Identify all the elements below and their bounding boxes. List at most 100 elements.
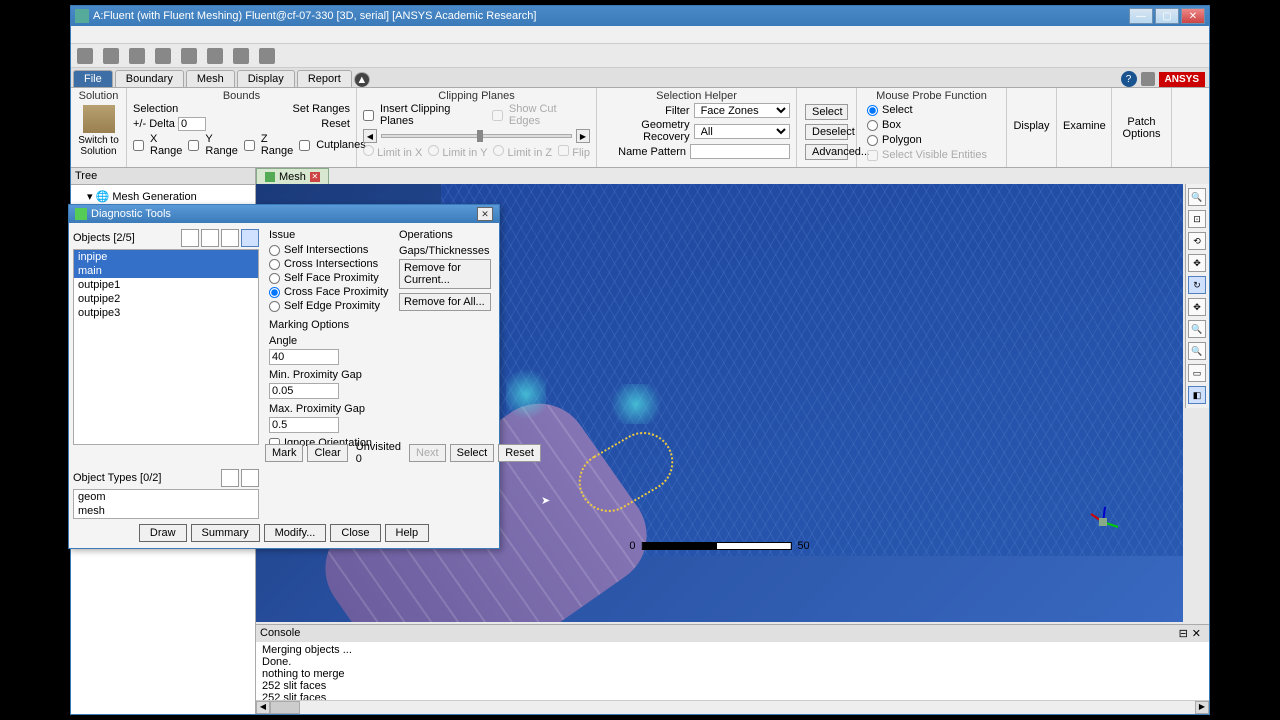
maximize-button[interactable]: ▢ [1155,8,1179,24]
cross-face-proximity-radio[interactable] [269,287,280,298]
tree-root[interactable]: ▾ 🌐 Mesh Generation [75,189,251,204]
tool-icon[interactable]: ▭ [1188,364,1206,382]
clip-prev-button[interactable]: ◀ [363,129,377,143]
list-item[interactable]: mesh [74,504,258,518]
modify-button[interactable]: Modify... [264,524,327,542]
tool-icon[interactable]: ◧ [1188,386,1206,404]
delta-input[interactable] [178,117,206,131]
toolbar-icon[interactable] [129,48,145,64]
minimize-button[interactable]: — [1129,8,1153,24]
list-item[interactable]: outpipe3 [74,306,258,320]
rotate-icon[interactable]: ⟲ [1188,232,1206,250]
cross-intersections-radio[interactable] [269,259,280,270]
reset-button[interactable]: Reset [321,118,350,130]
list-item[interactable]: geom [74,490,258,504]
max-gap-input[interactable] [269,417,339,433]
toolbar-icon[interactable] [233,48,249,64]
console-close-icon[interactable]: ✕ [1188,627,1205,640]
types-filter-icon[interactable] [221,469,239,487]
insert-clip-checkbox[interactable] [363,110,374,121]
mark-button[interactable]: Mark [265,444,303,462]
tab-file[interactable]: File [73,70,113,87]
zoom-in-icon[interactable]: 🔍 [1188,320,1206,338]
tab-report[interactable]: Report [297,70,352,87]
mouse-box-radio[interactable] [867,120,878,131]
clip-next-button[interactable]: ▶ [576,129,590,143]
filter-icon[interactable] [241,229,259,247]
help-icon[interactable]: ? [1121,71,1137,87]
list-item[interactable]: outpipe1 [74,278,258,292]
pan-icon[interactable]: ✥ [1188,254,1206,272]
self-intersections-radio[interactable] [269,245,280,256]
tab-boundary[interactable]: Boundary [115,70,184,87]
zoom-icon[interactable]: 🔍 [1188,188,1206,206]
min-gap-input[interactable] [269,383,339,399]
set-ranges-button[interactable]: Set Ranges [293,103,350,115]
console-output[interactable]: Merging objects ... Done. nothing to mer… [256,642,1209,700]
move-icon[interactable]: ✥ [1188,298,1206,316]
self-face-proximity-radio[interactable] [269,273,280,284]
switch-to-solution-icon[interactable] [83,105,115,133]
display-button[interactable]: Display [1013,120,1050,132]
y-range-checkbox[interactable] [188,140,199,151]
clip-slider[interactable] [381,134,572,138]
z-range-checkbox[interactable] [244,140,255,151]
mouse-select-radio[interactable] [867,105,878,116]
filter-select[interactable]: Face Zones [694,103,790,118]
list-item[interactable]: outpipe2 [74,292,258,306]
object-types-list[interactable]: geom mesh [73,489,259,519]
cutplanes-checkbox[interactable] [299,140,310,151]
deselect-button[interactable]: Deselect [805,124,848,140]
collapse-ribbon-button[interactable]: ▲ [354,72,370,87]
zoom-out-icon[interactable]: 🔍 [1188,342,1206,360]
summary-button[interactable]: Summary [191,524,260,542]
dialog-close-button[interactable]: ✕ [477,207,493,221]
settings-icon[interactable] [1141,72,1155,86]
toolbar-icon[interactable] [77,48,93,64]
switch-to-solution-label[interactable]: Switch to Solution [77,135,120,157]
types-filter-icon[interactable] [241,469,259,487]
filter-icon[interactable] [221,229,239,247]
toolbar-icon[interactable] [181,48,197,64]
refresh-icon[interactable]: ↻ [1188,276,1206,294]
toolbar-icon[interactable] [207,48,223,64]
toolbar-icon[interactable] [259,48,275,64]
list-item[interactable]: inpipe [74,250,258,264]
toolbar-icon[interactable] [155,48,171,64]
reset-marked-button[interactable]: Reset [498,444,541,462]
console-pin-icon[interactable]: ⊟ [1179,627,1188,640]
scroll-left-button[interactable]: ◀ [256,701,270,714]
clear-button[interactable]: Clear [307,444,347,462]
help-button[interactable]: Help [385,524,430,542]
patch-options-button[interactable]: Patch Options [1118,116,1165,140]
mouse-polygon-radio[interactable] [867,135,878,146]
next-button[interactable]: Next [409,444,446,462]
toolbar-icon[interactable] [103,48,119,64]
angle-input[interactable] [269,349,339,365]
close-tab-icon[interactable]: ✕ [310,172,320,182]
select-button[interactable]: Select [805,104,848,120]
filter-icon[interactable] [201,229,219,247]
select-marked-button[interactable]: Select [450,444,495,462]
close-dialog-button[interactable]: Close [330,524,380,542]
remove-current-button[interactable]: Remove for Current... [399,259,491,289]
name-pattern-input[interactable] [690,144,790,159]
advanced-button[interactable]: Advanced... [805,144,848,160]
tab-mesh[interactable]: Mesh [186,70,235,87]
geom-recovery-select[interactable]: All [694,124,790,139]
filter-icon[interactable] [181,229,199,247]
zoom-fit-icon[interactable]: ⊡ [1188,210,1206,228]
scroll-thumb[interactable] [270,701,300,714]
draw-button[interactable]: Draw [139,524,187,542]
tab-display[interactable]: Display [237,70,295,87]
self-edge-proximity-radio[interactable] [269,301,280,312]
viewport-tab[interactable]: Mesh✕ [256,168,329,184]
close-button[interactable]: ✕ [1181,8,1205,24]
list-item[interactable]: main [74,264,258,278]
x-range-checkbox[interactable] [133,140,144,151]
objects-list[interactable]: inpipe main outpipe1 outpipe2 outpipe3 [73,249,259,445]
dialog-titlebar[interactable]: Diagnostic Tools ✕ [69,205,499,223]
remove-all-button[interactable]: Remove for All... [399,293,491,311]
examine-button[interactable]: Examine [1063,120,1105,132]
scroll-right-button[interactable]: ▶ [1195,701,1209,714]
